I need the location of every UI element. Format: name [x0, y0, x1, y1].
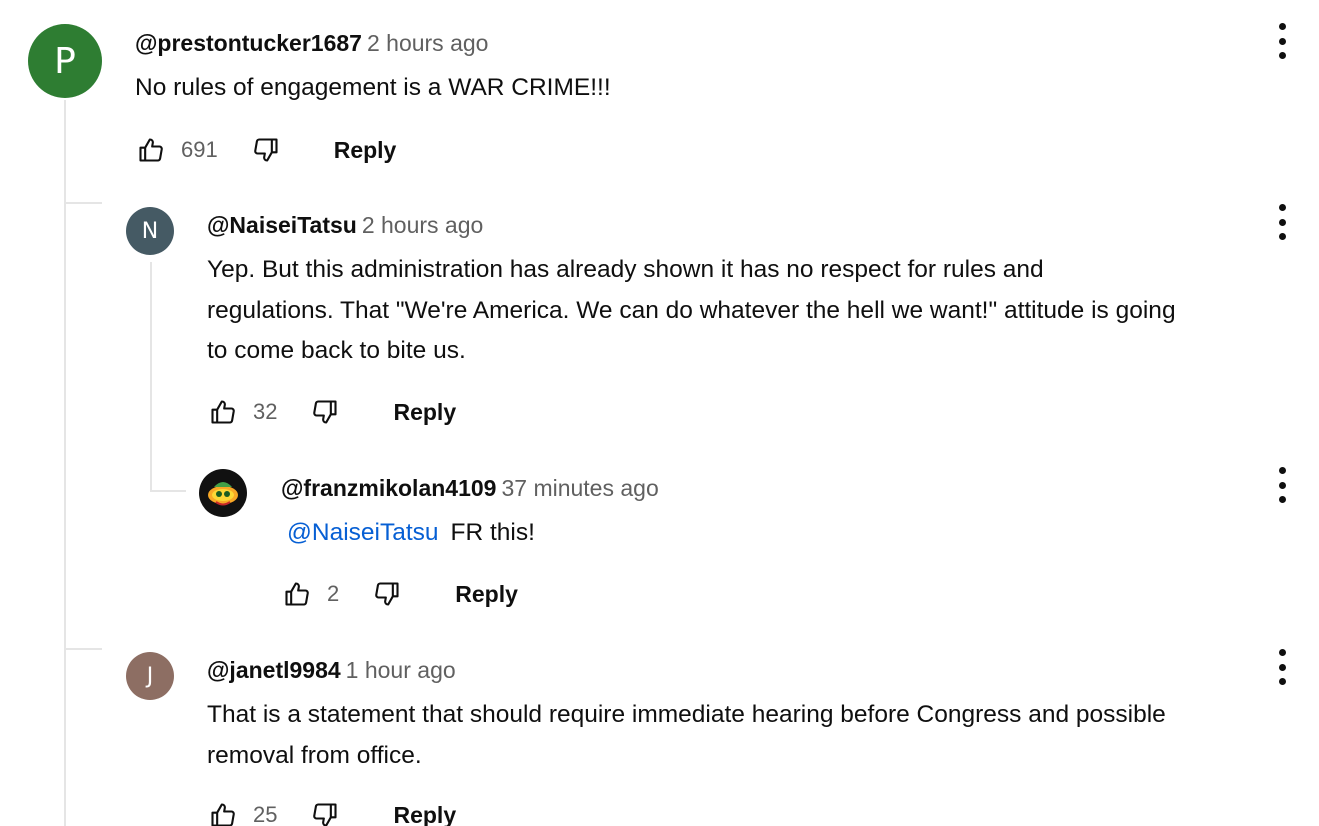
avatar-letter: N — [141, 218, 159, 244]
thread-line-main — [64, 100, 66, 826]
dislike-button[interactable] — [309, 799, 341, 826]
dislike-button[interactable] — [309, 396, 341, 428]
more-options-icon[interactable] — [1276, 467, 1288, 503]
like-button[interactable] — [207, 799, 239, 826]
comment-header: @franzmikolan4109 37 minutes ago — [281, 474, 659, 502]
more-options-icon[interactable] — [1276, 204, 1288, 240]
kebab-dot — [1278, 678, 1286, 685]
like-button[interactable] — [207, 396, 239, 428]
like-count: 691 — [181, 137, 218, 162]
like-button[interactable] — [135, 134, 167, 166]
comment-thread: P @prestontucker1687 2 hours ago No rules… — [0, 0, 1319, 826]
kebab-dot — [1278, 233, 1286, 240]
dislike-button[interactable] — [250, 134, 282, 166]
more-options-icon[interactable] — [1276, 23, 1288, 59]
comment-text-line: removal from office. — [207, 741, 422, 769]
comment-text: That is a statement that should require … — [207, 695, 1166, 776]
comment-timestamp[interactable]: 1 hour ago — [346, 657, 456, 683]
thumbs-up-icon — [285, 582, 309, 606]
kebab-dot — [1278, 52, 1286, 59]
thread-connector-nested-reply — [150, 490, 186, 492]
thread-connector-reply-2 — [64, 648, 102, 650]
kebab-dot — [1278, 481, 1286, 489]
avatar[interactable] — [199, 469, 247, 517]
mention-link[interactable]: @NaiseiTatsu — [287, 519, 439, 546]
kebab-dot — [1278, 649, 1286, 656]
comment-header: @janetl9984 1 hour ago — [207, 656, 456, 684]
comment-author[interactable]: @franzmikolan4109 — [281, 475, 496, 501]
comment-text-content: FR this! — [450, 519, 535, 546]
comment-author[interactable]: @NaiseiTatsu — [207, 212, 357, 238]
kebab-dot — [1278, 218, 1286, 226]
comment-text-line: That is a statement that should require … — [207, 701, 1166, 728]
thread-line-nested — [150, 262, 152, 490]
comment-header: @prestontucker1687 2 hours ago — [135, 29, 488, 57]
comment-text-line: to come back to bite us. — [207, 337, 466, 364]
comment-text: @NaiseiTatsu FR this! — [287, 513, 535, 554]
comment-timestamp[interactable]: 37 minutes ago — [501, 475, 658, 501]
comment-text: Yep. But this administration has already… — [207, 250, 1176, 372]
thumbs-up-icon — [211, 400, 235, 424]
thumbs-down-icon — [375, 582, 399, 606]
thread-connector-reply-1 — [64, 202, 102, 204]
comment-author[interactable]: @janetl9984 — [207, 657, 341, 683]
thumbs-up-icon — [139, 138, 163, 162]
like-count: 25 — [253, 802, 278, 826]
more-options-icon[interactable] — [1276, 649, 1288, 685]
comment-text-line: Yep. But this administration has already… — [207, 256, 1044, 283]
comment-actions: 25 Reply — [207, 799, 456, 826]
comment-actions: 32 Reply — [207, 396, 456, 428]
reply-button[interactable]: Reply — [334, 137, 397, 164]
kebab-dot — [1278, 204, 1286, 211]
like-button[interactable] — [281, 578, 313, 610]
avatar[interactable]: P — [28, 24, 102, 98]
thumbs-down-icon — [253, 138, 278, 162]
comment-text: No rules of engagement is a WAR CRIME!!! — [135, 74, 611, 101]
kebab-dot — [1278, 496, 1286, 503]
thumbs-down-icon — [313, 803, 338, 826]
like-count: 32 — [253, 399, 278, 424]
comment-author[interactable]: @prestontucker1687 — [135, 30, 362, 56]
like-count: 2 — [327, 581, 340, 606]
kebab-dot — [1278, 23, 1286, 30]
avatar-letter: J — [146, 663, 154, 689]
comment-text-line: regulations. That "We're America. We can… — [207, 296, 1176, 324]
comment-timestamp[interactable]: 2 hours ago — [367, 30, 488, 56]
comment-actions: 691 Reply — [135, 134, 396, 166]
kebab-dot — [1278, 663, 1286, 671]
avatar-letter: P — [54, 40, 76, 82]
avatar-emblem-icon — [208, 482, 238, 506]
comment-header: @NaiseiTatsu 2 hours ago — [207, 211, 483, 239]
dislike-button[interactable] — [371, 578, 403, 610]
reply-button[interactable]: Reply — [393, 399, 456, 426]
kebab-dot — [1278, 37, 1286, 45]
thumbs-up-icon — [211, 803, 235, 826]
reply-button[interactable]: Reply — [455, 581, 518, 608]
avatar[interactable]: J — [126, 652, 174, 700]
reply-button[interactable]: Reply — [393, 802, 456, 826]
kebab-dot — [1278, 467, 1286, 474]
comment-actions: 2 Reply — [281, 578, 518, 610]
comment-timestamp[interactable]: 2 hours ago — [362, 212, 483, 238]
thumbs-down-icon — [313, 400, 338, 424]
avatar[interactable]: N — [126, 207, 174, 255]
